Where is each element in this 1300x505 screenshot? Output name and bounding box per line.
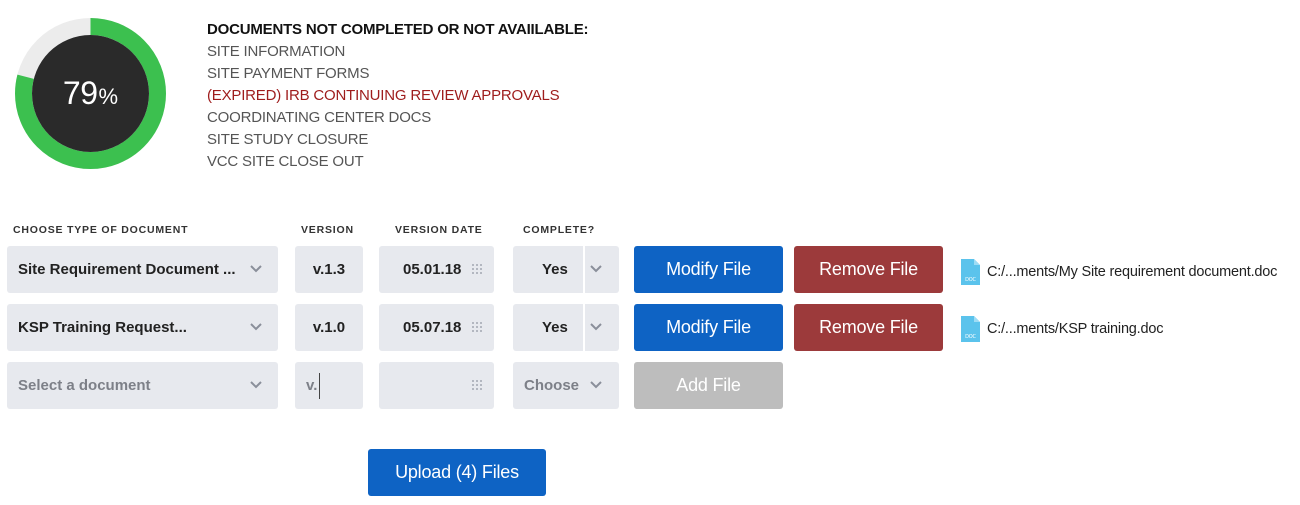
- version-input[interactable]: v.1.3: [295, 246, 363, 293]
- progress-value: 79: [62, 75, 98, 111]
- document-type-value: KSP Training Request...: [18, 319, 187, 336]
- doc-file-icon: DOC: [961, 316, 980, 342]
- header-version: VERSION: [301, 224, 354, 236]
- chevron-down-icon: [250, 381, 262, 389]
- remove-file-button[interactable]: Remove File: [794, 304, 943, 351]
- missing-document-item: COORDINATING CENTER DOCS: [207, 109, 432, 126]
- svg-text:DOC: DOC: [965, 334, 976, 340]
- version-value: v.1.3: [312, 261, 346, 278]
- modify-file-button[interactable]: Modify File: [634, 246, 783, 293]
- remove-file-button[interactable]: Remove File: [794, 246, 943, 293]
- document-type-select[interactable]: Select a document: [7, 362, 278, 409]
- version-date-input[interactable]: 05.01.18: [379, 246, 494, 293]
- attached-file-path: C:/...ments/KSP training.doc: [987, 321, 1164, 337]
- complete-select[interactable]: Yes: [513, 304, 619, 351]
- document-type-select[interactable]: Site Requirement Document ...: [7, 246, 278, 293]
- grid-dots-icon[interactable]: [472, 264, 482, 274]
- attached-file[interactable]: DOC C:/...ments/KSP training.doc: [960, 314, 1163, 344]
- upload-files-button[interactable]: Upload (4) Files: [368, 449, 546, 496]
- grid-dots-icon[interactable]: [472, 380, 482, 390]
- modify-file-button[interactable]: Modify File: [634, 304, 783, 351]
- missing-documents-title: DOCUMENTS NOT COMPLETED OR NOT AVAIILABL…: [207, 21, 589, 38]
- attached-file[interactable]: DOC C:/...ments/My Site requirement docu…: [960, 257, 1277, 287]
- complete-select[interactable]: Yes: [513, 246, 619, 293]
- complete-select[interactable]: Choose: [513, 362, 619, 409]
- chevron-down-icon: [250, 323, 262, 331]
- document-type-placeholder: Select a document: [18, 377, 151, 394]
- complete-placeholder: Choose: [524, 377, 580, 394]
- document-type-value: Site Requirement Document ...: [18, 261, 236, 278]
- missing-document-item-expired: (EXPIRED) IRB CONTINUING REVIEW APPROVAL…: [207, 87, 560, 104]
- version-date-value: 05.07.18: [403, 319, 462, 336]
- grid-dots-icon[interactable]: [472, 322, 482, 332]
- missing-documents-list: SITE INFORMATION SITE PAYMENT FORMS (EXP…: [207, 41, 588, 173]
- complete-value: Yes: [542, 261, 568, 278]
- missing-document-item: VCC SITE CLOSE OUT: [207, 153, 364, 170]
- chevron-down-icon: [250, 265, 262, 273]
- add-file-button[interactable]: Add File: [634, 362, 783, 409]
- chevron-down-icon: [590, 381, 602, 389]
- missing-document-item: SITE INFORMATION: [207, 43, 346, 60]
- complete-value: Yes: [542, 319, 568, 336]
- chevron-down-icon: [590, 323, 602, 331]
- header-document-type: CHOOSE TYPE OF DOCUMENT: [13, 224, 189, 236]
- missing-document-item: SITE PAYMENT FORMS: [207, 65, 370, 82]
- text-cursor: [319, 372, 321, 399]
- progress-unit: %: [98, 83, 119, 109]
- version-placeholder: v.: [306, 377, 318, 394]
- svg-text:DOC: DOC: [965, 277, 976, 283]
- version-input[interactable]: v.: [295, 362, 363, 409]
- missing-documents-panel: DOCUMENTS NOT COMPLETED OR NOT AVAIILABL…: [207, 21, 589, 173]
- header-version-date: VERSION DATE: [395, 224, 483, 236]
- header-complete: COMPLETE?: [523, 224, 595, 236]
- version-value: v.1.0: [312, 319, 346, 336]
- version-input[interactable]: v.1.0: [295, 304, 363, 351]
- missing-document-item: SITE STUDY CLOSURE: [207, 131, 369, 148]
- doc-file-icon: DOC: [961, 259, 980, 285]
- version-date-value: 05.01.18: [403, 261, 462, 278]
- attached-file-path: C:/...ments/My Site requirement document…: [987, 264, 1278, 280]
- chevron-down-icon: [590, 265, 602, 273]
- completion-progress-ring: 79%: [15, 18, 166, 169]
- progress-label: 79%: [15, 18, 166, 169]
- document-type-select[interactable]: KSP Training Request...: [7, 304, 278, 351]
- version-date-input[interactable]: [379, 362, 494, 409]
- version-date-input[interactable]: 05.07.18: [379, 304, 494, 351]
